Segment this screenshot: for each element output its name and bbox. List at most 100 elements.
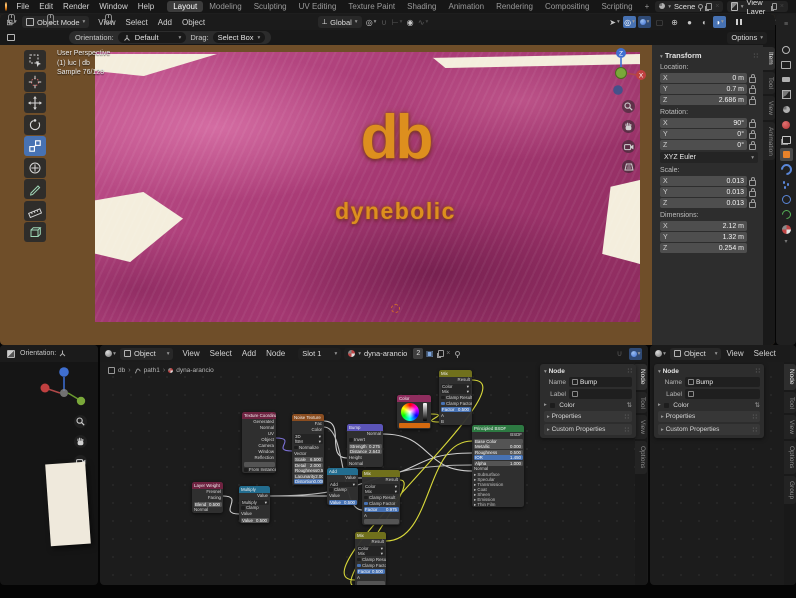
show-gizmo-dropdown[interactable]: ➤▾ [608,16,621,28]
workspace-tab-uv-editing[interactable]: UV Editing [293,1,343,12]
sliders-icon[interactable]: ⇅ [627,401,632,409]
node-input-socket[interactable]: Value [239,511,270,517]
rotation-y-field[interactable]: Y0° [660,129,747,139]
node-output-socket[interactable]: Result [362,477,400,483]
material-slot-dropdown[interactable]: Slot 1▾ [298,348,341,360]
scale-y-field[interactable]: Y0.013 [660,187,747,197]
unlink-material-icon[interactable]: × [446,350,450,357]
node-texture-coordinate[interactable]: Texture CoordinateGeneratedNormalUVObjec… [242,412,276,473]
blender-logo-icon[interactable] [5,2,7,11]
properties-tab-collection[interactable] [780,133,793,146]
node-output-socket[interactable]: Color [292,427,324,433]
location-y-field[interactable]: Y0.7 m [660,84,747,94]
shader-menu-view[interactable]: View [721,349,748,358]
node-header[interactable]: Texture Coordinate [242,412,276,419]
node-canvas[interactable]: db› path1› dyna-arancio ▾ Node∷ NameBump… [100,362,648,585]
breadcrumb-data[interactable]: path1 [144,367,160,374]
node-dropdown[interactable]: Mix▾ [364,489,399,494]
node-value-field[interactable]: Alpha1.000 [474,461,523,466]
node-header[interactable]: Mix [355,532,386,539]
node-dropdown[interactable]: Mix▾ [441,389,471,394]
shader-tab-node[interactable]: Node [784,364,796,390]
shader-type-dropdown[interactable]: Object▾ [670,348,721,360]
properties-tab-constraints[interactable] [780,208,793,221]
lock-icon[interactable] [749,191,756,197]
node-mix-3[interactable]: MixResultColor▾Mix▾Clamp ResultClamp Fac… [362,470,400,525]
properties-tab-world[interactable] [780,118,793,131]
new-scene-icon[interactable] [706,3,712,10]
show-overlays-dropdown[interactable]: ◎▾ [623,16,636,28]
workspace-tab-animation[interactable]: Animation [442,1,490,12]
node-dropdown[interactable]: Color▾ [441,384,471,389]
object-origin-marker[interactable] [391,304,400,313]
render-passes-button[interactable]: ▢ [653,16,666,28]
node-checkbox[interactable]: Clamp Result [362,495,400,501]
lock-icon[interactable] [749,180,756,186]
node-input-socket[interactable]: A [355,575,386,581]
pan-hand-icon[interactable] [622,120,635,133]
proportional-editing-icon[interactable]: ◉ [404,16,417,28]
node-output-socket[interactable]: Facing [192,495,223,501]
node-label-field[interactable] [569,389,632,399]
workspace-tab-texture-paint[interactable]: Texture Paint [342,1,401,12]
remove-view-layer-icon[interactable]: × [780,3,784,10]
lock-icon[interactable] [749,88,756,94]
tool-cursor[interactable] [24,72,46,92]
node-header[interactable]: Add [327,468,358,475]
zoom-icon[interactable] [622,100,635,113]
node-checkbox[interactable]: Clamp Result [355,557,386,563]
node-name-field[interactable]: Bump [569,377,632,387]
tool-rotate[interactable] [24,115,46,135]
node-value-field[interactable]: Roughness0.500 [474,450,523,455]
node-collapsed-section[interactable]: ▸ Thin Film [472,502,524,507]
pivot-point-dropdown[interactable]: ◎▾ [365,16,378,28]
camera-view-icon[interactable] [622,140,635,153]
node-value-field[interactable]: Lacunarity2.000 [294,474,323,479]
light-plane-object[interactable] [45,462,91,547]
properties-section[interactable]: ▸ Properties∷ [544,411,632,422]
node-principled-bsdf[interactable]: Principled BSDFBSDFBase ColorMetallic0.0… [472,425,524,507]
shading-wireframe-button[interactable]: ⊕ [668,16,681,28]
workspace-tab-scripting[interactable]: Scripting [595,1,638,12]
perspective-toggle-icon[interactable] [622,160,635,173]
node-value-field[interactable]: Detail2.000 [294,463,323,468]
node-name-field[interactable]: Bump [685,377,760,387]
mini-editor-type-button[interactable] [4,348,17,360]
node-value-field[interactable] [244,462,275,467]
breadcrumb-material[interactable]: dyna-arancio [176,367,214,374]
node-header[interactable]: Layer Weight [192,482,223,489]
node-color-wheel[interactable] [397,402,431,422]
shader-editor-type-button[interactable]: ▾ [104,348,117,360]
node-output-socket[interactable]: Value [239,493,270,499]
node-panel-header[interactable]: ▾ Node [544,368,565,375]
tool-add-cube[interactable] [24,222,46,242]
node-input-socket[interactable]: Normal [192,507,223,513]
mini-navigation-gizmo[interactable] [38,365,88,411]
location-z-field[interactable]: Z2.686 m [660,95,747,105]
sidebar-tab-animation[interactable]: Animation [763,122,775,161]
xray-toggle[interactable]: ▾ [638,16,651,28]
node-dropdown[interactable]: Color▾ [357,546,385,551]
node-value-field[interactable]: Base Color [474,439,523,444]
node-canvas-right[interactable]: ▾ Node∷ NameBump Label ▸Color⇅ ▸ Propert… [650,362,796,585]
menu-help[interactable]: Help [133,2,159,11]
options-dropdown[interactable]: Options▾ [727,32,767,44]
lock-icon[interactable] [749,99,756,105]
menu-edit[interactable]: Edit [34,2,58,11]
rotation-z-field[interactable]: Z0° [660,140,747,150]
node-color-row[interactable]: ▸Color⇅ [544,401,632,409]
node-header[interactable]: Color [397,395,431,402]
node-dropdown[interactable]: Add▾ [329,482,357,487]
shader-tab-group[interactable]: Group [784,476,796,504]
node-math-multiply[interactable]: MultiplyValueMultiply▾ClampValueValue0.5… [239,486,270,523]
node-checkbox[interactable]: Clamp Factor [439,401,472,407]
shader-tab-view[interactable]: View [784,415,796,439]
custom-properties-section[interactable]: ▸ Custom Properties∷ [658,424,760,435]
node-input-socket[interactable]: A [362,513,400,519]
add-workspace-button[interactable]: + [639,1,656,12]
dimensions-x-field[interactable]: X2.12 m [660,221,747,231]
node-header[interactable]: Multiply [239,486,270,493]
properties-tab-view-layer[interactable] [780,88,793,101]
panel-options-icon[interactable]: ∷ [754,52,758,60]
node-value-field[interactable]: Distance2.643 [349,449,382,454]
